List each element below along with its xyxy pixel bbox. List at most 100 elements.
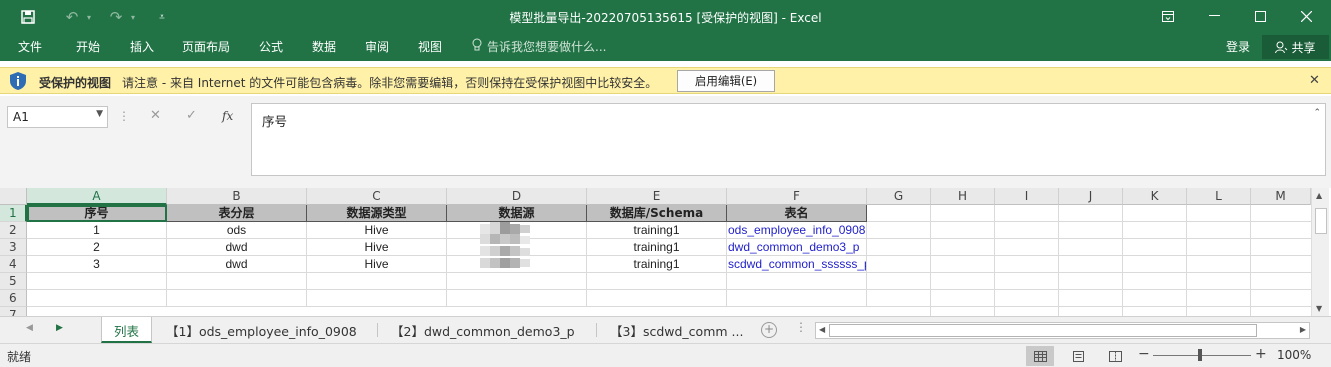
table-cell[interactable]: 2 (27, 239, 167, 256)
chevron-down-icon[interactable]: ▼ (96, 109, 103, 119)
zoom-slider-track[interactable] (1153, 355, 1251, 356)
scroll-thumb[interactable] (829, 324, 1257, 337)
scroll-thumb[interactable] (1315, 208, 1327, 234)
empty-cell[interactable] (307, 273, 447, 290)
tab-insert[interactable]: 插入 (130, 38, 154, 55)
zoom-slider-thumb[interactable] (1198, 349, 1202, 361)
column-header-d[interactable]: D (447, 188, 587, 205)
empty-cell[interactable] (447, 290, 587, 307)
tab-page-layout[interactable]: 页面布局 (182, 38, 230, 55)
header-cell-layer[interactable]: 表分层 (167, 205, 307, 222)
header-cell-source-type[interactable]: 数据源类型 (307, 205, 447, 222)
row-header-3[interactable]: 3 (0, 239, 27, 256)
collapse-formula-bar-icon[interactable]: ⌃ (1313, 108, 1321, 118)
close-icon[interactable]: ✕ (1309, 73, 1320, 88)
scroll-up-icon[interactable]: ▲ (1316, 191, 1322, 200)
table-cell[interactable]: 1 (27, 222, 167, 239)
tab-file[interactable]: 文件 (18, 38, 42, 55)
enable-editing-button[interactable]: 启用编辑(E) (677, 70, 775, 92)
column-header-f[interactable]: F (727, 188, 867, 205)
insert-function-icon[interactable]: fx (222, 109, 233, 123)
sheet-tab-2[interactable]: 【2】dwd_common_demo3_p (391, 317, 575, 343)
login-link[interactable]: 登录 (1226, 38, 1250, 55)
column-header-e[interactable]: E (587, 188, 727, 205)
drag-handle-icon[interactable]: ⋮ (118, 109, 130, 123)
sheet-tab-1[interactable]: 【1】ods_employee_info_0908 (166, 317, 357, 343)
column-header-b[interactable]: B (167, 188, 307, 205)
minimize-icon[interactable] (1191, 0, 1237, 32)
horizontal-scrollbar[interactable]: ◀ ▶ (815, 322, 1310, 339)
table-cell[interactable]: Hive (307, 256, 447, 273)
scroll-down-icon[interactable]: ▼ (1316, 304, 1322, 313)
row-header-2[interactable]: 2 (0, 222, 27, 239)
table-cell[interactable]: training1 (587, 239, 727, 256)
empty-cell[interactable] (27, 290, 167, 307)
header-cell-source[interactable]: 数据源 (447, 205, 587, 222)
table-cell-link[interactable]: scdwd_common_ssssss_p (727, 256, 867, 273)
column-header-l[interactable]: L (1187, 188, 1251, 205)
split-handle-icon[interactable]: ⋮ (795, 320, 807, 334)
sheet-tab-list[interactable]: 列表 (101, 317, 152, 343)
scroll-right-icon[interactable]: ▶ (1300, 325, 1306, 334)
table-cell[interactable]: Hive (307, 239, 447, 256)
scroll-left-icon[interactable]: ◀ (819, 325, 825, 334)
normal-view-icon[interactable] (1026, 346, 1054, 366)
empty-cell[interactable] (727, 273, 867, 290)
table-cell[interactable]: 3 (27, 256, 167, 273)
empty-cell[interactable] (27, 273, 167, 290)
ribbon-display-options-icon[interactable] (1145, 0, 1191, 32)
column-header-g[interactable]: G (867, 188, 931, 205)
maximize-icon[interactable] (1237, 0, 1283, 32)
table-cell-link[interactable]: dwd_common_demo3_p (727, 239, 867, 256)
column-header-k[interactable]: K (1123, 188, 1187, 205)
table-cell[interactable]: dwd (167, 239, 307, 256)
column-header-a[interactable]: A (27, 188, 167, 205)
column-header-m[interactable]: M (1251, 188, 1311, 205)
table-cell[interactable]: dwd (167, 256, 307, 273)
cancel-icon[interactable]: ✕ (150, 108, 161, 123)
tab-home[interactable]: 开始 (76, 38, 100, 55)
select-all-corner[interactable] (0, 188, 27, 205)
empty-cell[interactable] (307, 290, 447, 307)
table-cell[interactable]: Hive (307, 222, 447, 239)
header-cell-schema[interactable]: 数据库/Schema (587, 205, 727, 222)
row-header-4[interactable]: 4 (0, 256, 27, 273)
column-header-j[interactable]: J (1059, 188, 1123, 205)
tab-review[interactable]: 审阅 (365, 38, 389, 55)
tab-formulas[interactable]: 公式 (259, 38, 283, 55)
empty-cell[interactable] (587, 290, 727, 307)
page-layout-view-icon[interactable] (1064, 346, 1092, 366)
tab-data[interactable]: 数据 (312, 38, 336, 55)
table-cell-link[interactable]: ods_employee_info_0908 (727, 222, 867, 239)
close-icon[interactable] (1283, 0, 1329, 32)
row-header-6[interactable]: 6 (0, 290, 27, 307)
add-sheet-icon[interactable]: + (761, 322, 777, 338)
column-header-h[interactable]: H (931, 188, 995, 205)
table-cell[interactable]: training1 (587, 222, 727, 239)
zoom-level[interactable]: 100% (1277, 348, 1311, 362)
formula-input[interactable]: 序号 ⌃ (251, 103, 1326, 176)
page-break-preview-icon[interactable] (1101, 346, 1129, 366)
column-header-c[interactable]: C (307, 188, 447, 205)
header-cell-table-name[interactable]: 表名 (727, 205, 867, 222)
header-cell-seq[interactable]: 序号 (27, 205, 167, 222)
empty-cell[interactable] (167, 290, 307, 307)
enter-icon[interactable]: ✓ (186, 108, 197, 123)
tab-view[interactable]: 视图 (418, 38, 442, 55)
row-header-1[interactable]: 1 (0, 205, 27, 222)
row-header-5[interactable]: 5 (0, 273, 27, 290)
table-cell[interactable]: training1 (587, 256, 727, 273)
row-header-7[interactable]: 7 (0, 307, 27, 316)
empty-cell[interactable] (727, 290, 867, 307)
vertical-scrollbar[interactable]: ▲ ▼ (1311, 188, 1329, 316)
empty-cell[interactable] (447, 273, 587, 290)
zoom-out-icon[interactable]: − (1138, 346, 1150, 362)
sheet-tab-3[interactable]: 【3】scdwd_comm ... (610, 317, 743, 343)
tell-me-search[interactable]: 告诉我您想要做什么... (472, 38, 606, 55)
empty-cell[interactable] (167, 273, 307, 290)
share-button[interactable]: 共享 (1262, 35, 1329, 59)
name-box[interactable]: A1 ▼ (7, 106, 108, 128)
zoom-in-icon[interactable]: + (1255, 346, 1267, 362)
table-cell[interactable]: ods (167, 222, 307, 239)
scroll-tabs-left-icon[interactable]: ◀ (26, 323, 33, 333)
